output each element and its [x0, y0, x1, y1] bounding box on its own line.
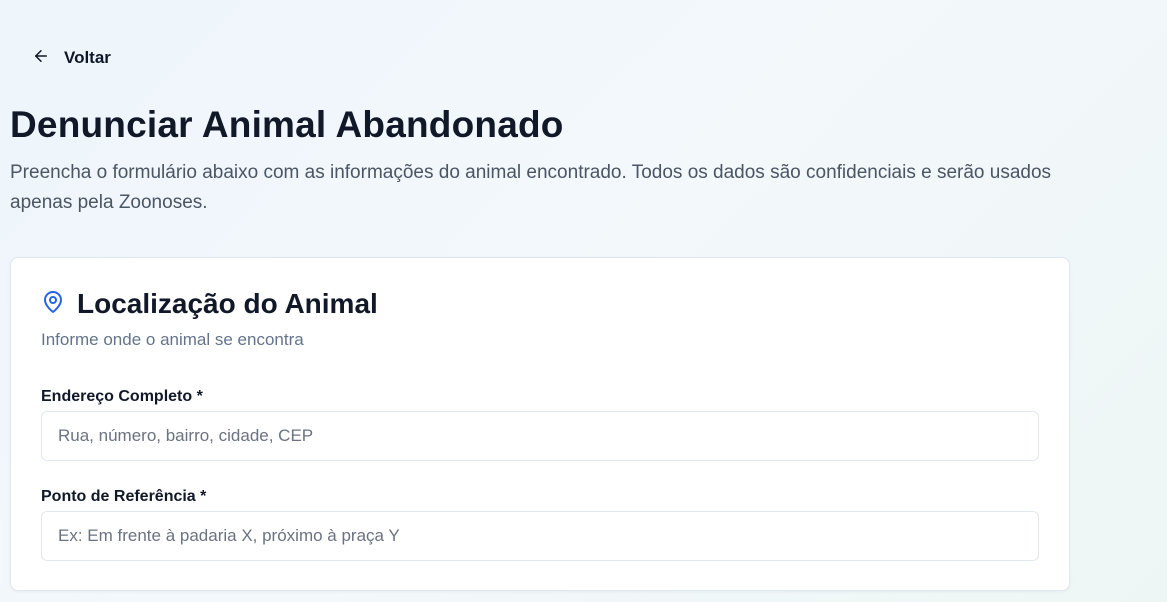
location-card: Localização do Animal Informe onde o ani… — [10, 257, 1070, 591]
address-input[interactable] — [41, 411, 1039, 461]
reference-input[interactable] — [41, 511, 1039, 561]
card-description: Informe onde o animal se encontra — [41, 330, 304, 349]
card-header: Localização do Animal — [41, 288, 378, 320]
back-label: Voltar — [64, 48, 111, 67]
page-title: Denunciar Animal Abandonado — [10, 104, 564, 145]
map-pin-icon — [41, 289, 65, 320]
reference-label: Ponto de Referência * — [41, 488, 207, 505]
card-title: Localização do Animal — [77, 288, 378, 319]
back-button[interactable]: Voltar — [28, 44, 115, 72]
page-subtitle: Preencha o formulário abaixo com as info… — [10, 162, 1052, 213]
address-label: Endereço Completo * — [41, 388, 203, 405]
arrow-left-icon — [32, 47, 50, 70]
